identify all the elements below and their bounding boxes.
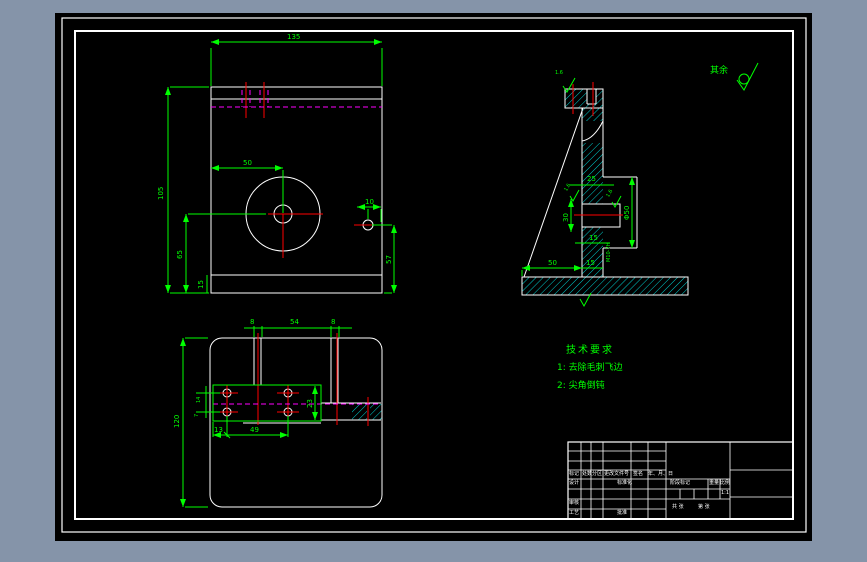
- tb-auditor: 审核: [569, 500, 580, 506]
- dim-side-neck-width: 25: [587, 175, 596, 183]
- dim-front-hole-y: 65: [176, 250, 184, 259]
- dim-bottom-hole-pitch: 49: [250, 426, 259, 434]
- tb-weight: 重量: [709, 480, 720, 486]
- dim-bottom-depth: 120: [173, 414, 181, 428]
- part-outlines: [209, 86, 689, 508]
- surface-note-label: 其余: [710, 66, 729, 76]
- centerlines: [216, 82, 623, 426]
- dim-bottom-hole-half: 7: [194, 413, 200, 417]
- tech-notes-line1: 1: 去除毛刺飞边: [557, 363, 623, 373]
- dim-front-width: 135: [287, 33, 301, 41]
- tb-zone: 分区: [592, 471, 603, 477]
- tech-notes-line2: 2: 尖角倒钝: [557, 381, 605, 391]
- tb-approver: 批准: [617, 510, 628, 516]
- dim-side-boss-dia: Φ50: [623, 205, 631, 220]
- dim-bottom-edge: 13: [214, 426, 223, 434]
- roughness-icon-others: [736, 62, 759, 91]
- tb-sheet-index: 第 张: [698, 504, 710, 510]
- dim-front-pin-height: 57: [385, 255, 393, 264]
- thread-callout: M10-7H: [606, 242, 612, 262]
- tech-notes-title: 技术要求: [566, 345, 614, 356]
- tb-design: 设计: [569, 480, 580, 486]
- tb-signature: 签名: [633, 471, 644, 477]
- drawing-linework: [61, 17, 807, 533]
- dim-side-base-width: 50: [548, 259, 557, 267]
- dim-side-step: 15: [589, 234, 598, 242]
- tb-stage-mark: 阶段标记: [670, 480, 691, 486]
- tb-count: 处数: [582, 471, 593, 477]
- dim-side-web: 15: [586, 259, 595, 267]
- rough-top-value: 1.6: [555, 70, 563, 76]
- dim-front-pin-offset: 10: [365, 198, 374, 206]
- tb-sheet-total: 共 张: [672, 504, 684, 510]
- dim-side-hole-height: 30: [562, 213, 570, 222]
- tb-date: 年、月、日: [648, 471, 674, 477]
- section-hatching: [352, 89, 688, 420]
- dim-front-hole-x: 50: [243, 159, 252, 167]
- tb-mark: 标记: [569, 471, 580, 477]
- tb-standardization: 标准化: [617, 480, 633, 486]
- dim-front-base-height: 15: [197, 280, 205, 289]
- border-frame: [61, 17, 807, 533]
- tb-change-doc: 更改文件号: [604, 471, 630, 477]
- tb-process: 工艺: [569, 510, 580, 516]
- dim-bottom-hole-row: 14: [196, 396, 202, 403]
- cad-viewer-page: 135 105 50 65 15 10 57 25 1.6 1.6 1.6 30…: [0, 0, 867, 562]
- dim-bottom-slot-left: 8: [250, 318, 255, 326]
- hidden-lines: [211, 90, 382, 405]
- tb-scale-value: 1:1: [721, 490, 730, 496]
- dim-bottom-slot-right: 8: [331, 318, 336, 326]
- dim-bottom-slot-span: 54: [290, 318, 299, 326]
- tb-scale: 比例: [720, 480, 731, 486]
- dim-front-height: 105: [157, 186, 165, 200]
- dim-bottom-plate-width: 23: [306, 399, 314, 408]
